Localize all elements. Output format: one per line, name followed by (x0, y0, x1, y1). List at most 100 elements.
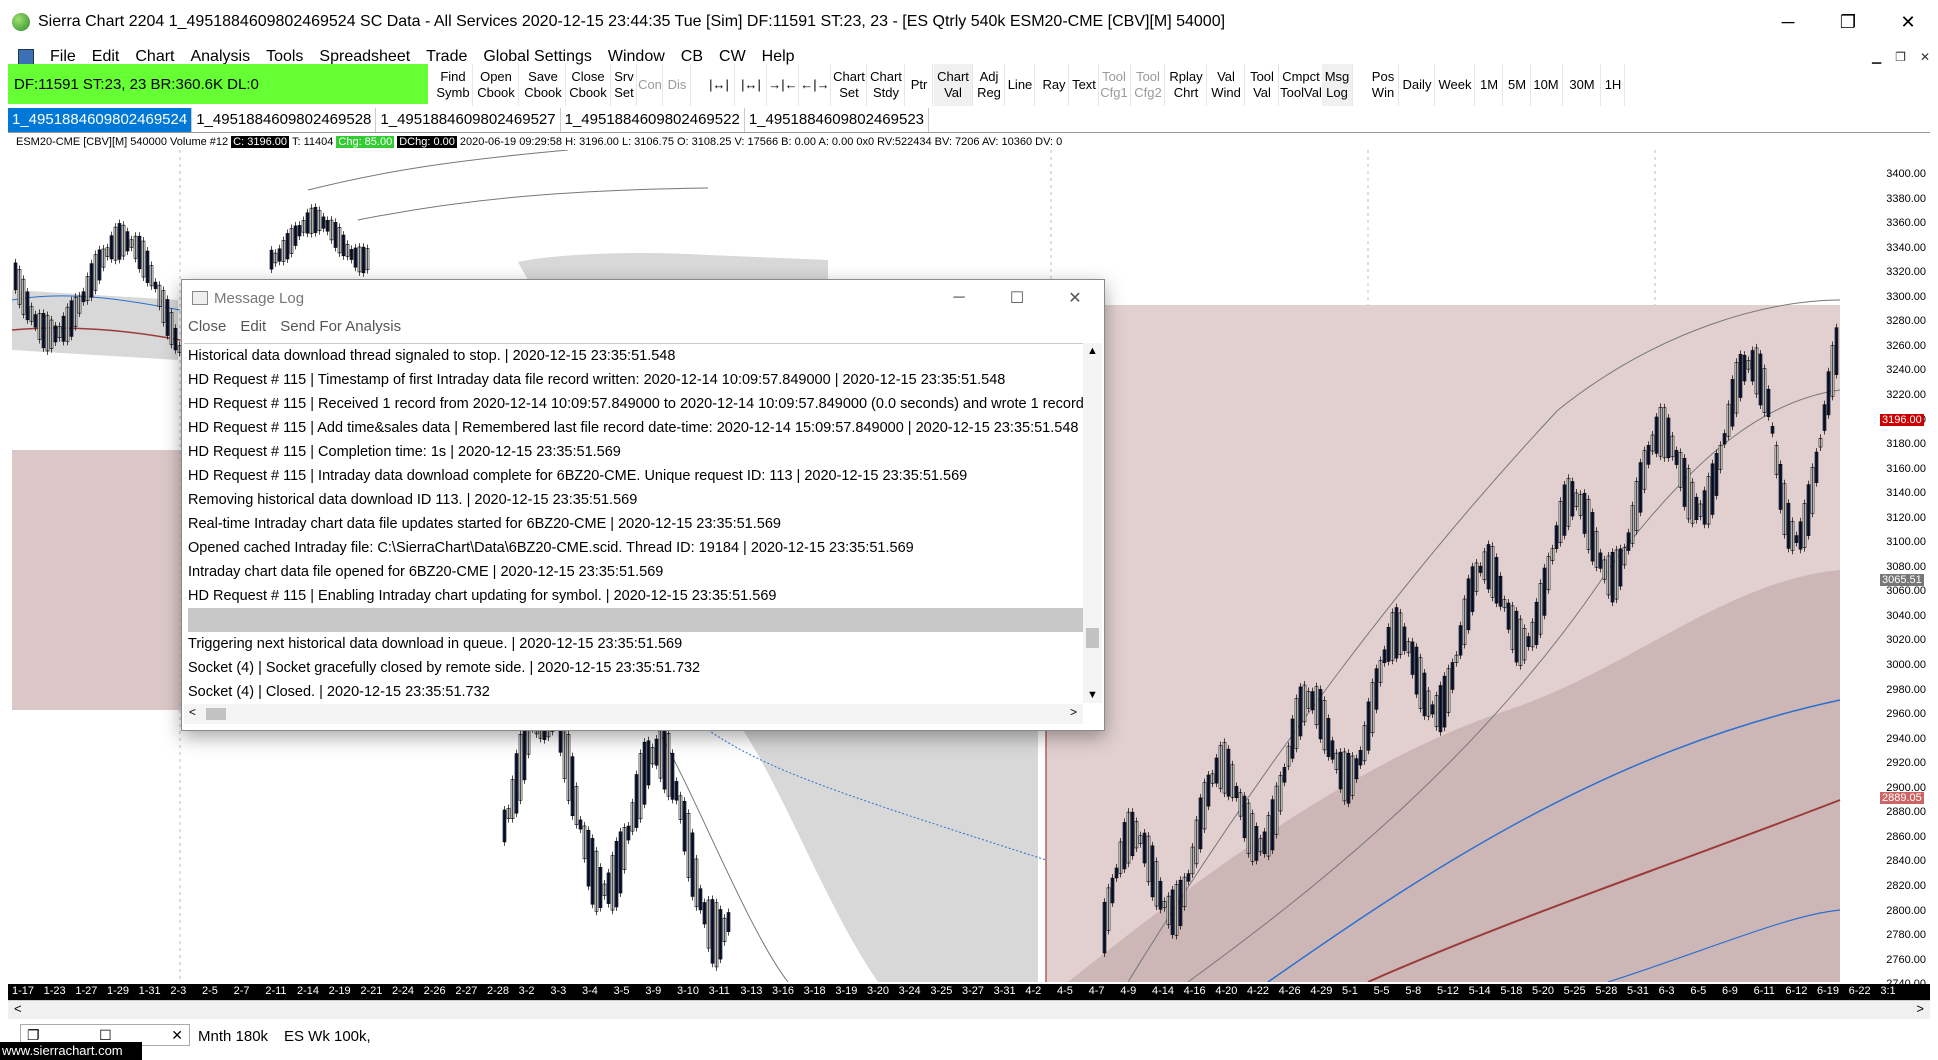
tab-chartbook-2[interactable]: 1_4951884609802469528 (192, 108, 377, 132)
window-tab-es-wk[interactable]: ES Wk 100k, (284, 1028, 371, 1045)
toolbar-button-20[interactable]: Tool Cfg2 (1132, 64, 1165, 106)
toolbar-button-12[interactable]: Chart Stdy (868, 64, 905, 106)
toolbar-button-0[interactable]: Find Symb (434, 64, 473, 106)
toolbar-button-13[interactable]: Ptr (906, 64, 933, 106)
date-tick-label: 3-10 (677, 985, 700, 997)
date-tick-label: 4-7 (1088, 985, 1105, 997)
log-vertical-scrollbar[interactable]: ▲ ▼ (1083, 343, 1102, 703)
close-window-icon[interactable]: ✕ (171, 1027, 183, 1044)
price-tick-label: 3300.00 (1886, 290, 1926, 303)
toolbar-button-16[interactable]: Line (1006, 64, 1035, 106)
dialog-maximize-button[interactable]: ☐ (988, 280, 1046, 316)
log-text-area[interactable]: Historical data download thread signaled… (184, 343, 1084, 704)
restore-button[interactable]: ❐ (1818, 0, 1878, 44)
toolbar-button-31[interactable]: 10M (1530, 64, 1563, 106)
toolbar-button-8[interactable]: |↔| (736, 64, 767, 106)
scroll-thumb[interactable] (1086, 628, 1099, 648)
scroll-right-icon[interactable]: > (1916, 1001, 1924, 1016)
toolbar-button-25[interactable]: Msg Log (1322, 64, 1353, 106)
mdi-restore-icon[interactable]: ❐ (1895, 50, 1906, 64)
dialog-minimize-button[interactable]: ─ (930, 280, 988, 316)
date-tick-label: 4-9 (1120, 985, 1137, 997)
dialog-menu-send-for-analysis[interactable]: Send For Analysis (280, 318, 401, 335)
log-horizontal-scrollbar[interactable]: < > (184, 704, 1083, 724)
toolbar-button-26[interactable]: Pos Win (1368, 64, 1399, 106)
date-tick-label: 5-14 (1468, 985, 1491, 997)
toolbar-button-11[interactable]: Chart Set (832, 64, 867, 106)
dialog-title-bar[interactable]: Message Log ─ ☐ ✕ (182, 280, 1104, 316)
maximize-window-icon[interactable]: ☐ (99, 1027, 112, 1044)
scroll-thumb[interactable] (206, 708, 226, 720)
price-axis[interactable]: 3400.00 3380.00 3360.00 3340.00 3320.00 3300.… (1874, 150, 1930, 990)
toolbar-button-15[interactable]: Adj Reg (974, 64, 1005, 106)
band-lower (743, 730, 1038, 982)
dialog-menu-edit[interactable]: Edit (240, 318, 266, 335)
toolbar-button-32[interactable]: 30M (1564, 64, 1601, 106)
mdi-minimize-icon[interactable]: ▁ (1872, 50, 1881, 64)
date-tick-label: 3-25 (930, 985, 953, 997)
restore-window-icon[interactable]: ❐ (27, 1027, 40, 1044)
toolbar-button-3[interactable]: Close Cbook (566, 64, 611, 106)
tab-chartbook-3[interactable]: 1_4951884609802469527 (376, 108, 561, 132)
toolbar-button-label: ToolVal (1280, 85, 1322, 100)
date-axis: 1-17 1-23 1-27 1-29 1-31 2-3 2-5 2-7 2-11 2-14 2-1… (8, 984, 1930, 1000)
close-button[interactable]: ✕ (1878, 0, 1938, 44)
toolbar-button-17[interactable]: Ray (1040, 64, 1069, 106)
mdi-close-icon[interactable]: ✕ (1920, 50, 1930, 64)
date-tick-label: 5-20 (1532, 985, 1555, 997)
toolbar-button-9[interactable]: →|← (768, 64, 799, 106)
tab-chartbook-4[interactable]: 1_4951884609802469522 (561, 108, 745, 132)
toolbar-button-label: Dis (667, 77, 687, 92)
toolbar-button-label: Cbook (477, 85, 515, 100)
toolbar-button-5[interactable]: Con (638, 64, 663, 106)
tab-chartbook-1[interactable]: 1_4951884609802469524 (8, 108, 193, 132)
date-tick-label: 2-21 (360, 985, 383, 997)
toolbar-button-label: Find (440, 69, 466, 84)
date-tick-label: 6-9 (1722, 985, 1738, 997)
scroll-down-icon[interactable]: ▼ (1087, 689, 1098, 701)
price-tick-label: 3120.00 (1886, 511, 1926, 524)
toolbar-button-22[interactable]: Val Wind (1208, 64, 1245, 106)
toolbar-button-10[interactable]: ←|→ (800, 64, 831, 106)
toolbar-button-28[interactable]: Week (1436, 64, 1475, 106)
date-tick-label: 2-19 (328, 985, 351, 997)
toolbar-button-label: Chart (870, 69, 902, 84)
price-tick-label: 3260.00 (1886, 339, 1926, 352)
chart-window-icon[interactable] (18, 49, 34, 65)
toolbar-button-label: Tool (1250, 69, 1274, 84)
scroll-left-icon[interactable]: < (189, 705, 196, 719)
price-tick-label: 2860.00 (1886, 830, 1926, 843)
toolbar-button-label: Msg (1324, 69, 1350, 84)
date-tick-label: 3-4 (582, 985, 598, 997)
minimize-button[interactable]: ─ (1758, 0, 1818, 44)
date-tick-label: 3-27 (962, 985, 985, 997)
toolbar-button-23[interactable]: Tool Val (1246, 64, 1279, 106)
toolbar-button-30[interactable]: 5M (1504, 64, 1531, 106)
toolbar-button-7[interactable]: |↔| (704, 64, 735, 106)
toolbar-button-24[interactable]: Cmpct ToolVal (1280, 64, 1323, 106)
toolbar-button-21[interactable]: Rplay Chrt (1166, 64, 1207, 106)
scroll-up-icon[interactable]: ▲ (1087, 345, 1098, 357)
toolbar-button-label: Ray (1042, 77, 1066, 92)
toolbar-button-18[interactable]: Text (1070, 64, 1099, 106)
toolbar-button-19[interactable]: Tool Cfg1 (1098, 64, 1131, 106)
scroll-right-icon[interactable]: > (1070, 705, 1077, 719)
window-tab-mnth[interactable]: Mnth 180k (198, 1028, 268, 1045)
toolbar-button-label: |↔| (709, 77, 729, 92)
scroll-left-icon[interactable]: < (14, 1001, 22, 1016)
log-line-selected (188, 608, 1084, 632)
tab-chartbook-5[interactable]: 1_4951884609802469523 (745, 108, 930, 132)
price-tick-label: 2940.00 (1886, 732, 1926, 745)
chart-horizontal-scrollbar[interactable]: < > (8, 1000, 1930, 1019)
dialog-menu-close[interactable]: Close (188, 318, 226, 335)
info-bar-data: 2020-06-19 09:29:58 H: 3196.00 L: 3106.7… (459, 136, 1063, 148)
toolbar-button-33[interactable]: 1H (1602, 64, 1625, 106)
toolbar-button-6[interactable]: Dis (664, 64, 691, 106)
toolbar-button-27[interactable]: Daily (1400, 64, 1435, 106)
dialog-close-button[interactable]: ✕ (1046, 280, 1104, 316)
toolbar-button-4[interactable]: Srv Set (612, 64, 637, 106)
toolbar-button-14[interactable]: Chart Val (934, 64, 973, 106)
toolbar-button-29[interactable]: 1M (1476, 64, 1503, 106)
toolbar-button-1[interactable]: Open Cbook (474, 64, 519, 106)
toolbar-button-2[interactable]: Save Cbook (521, 64, 566, 106)
